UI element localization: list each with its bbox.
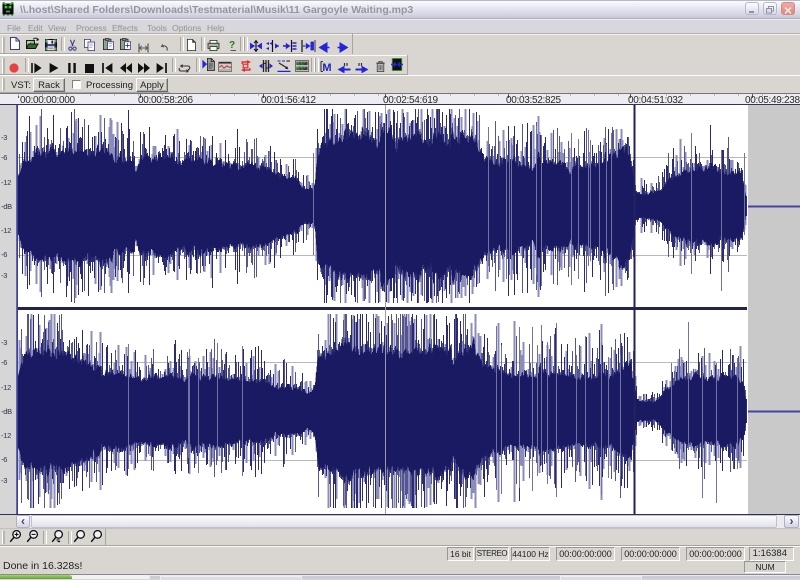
svg-text:M: M: [322, 62, 331, 72]
svg-text:?: ?: [229, 40, 235, 51]
